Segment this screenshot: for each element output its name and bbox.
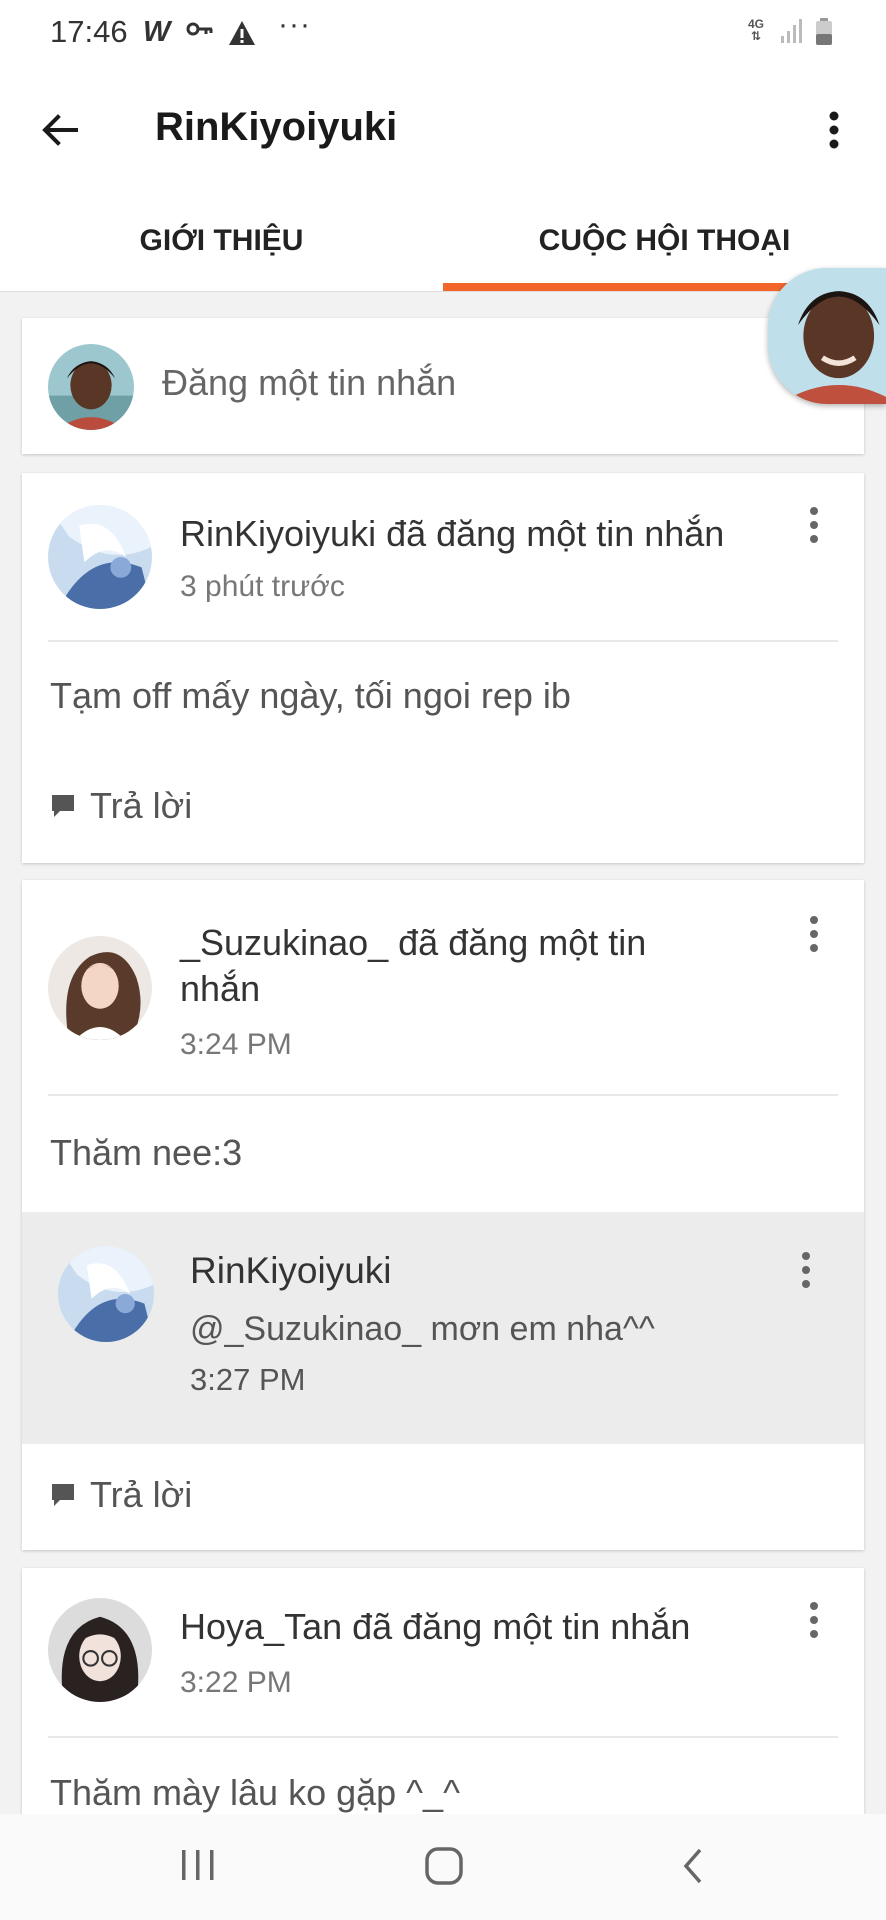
- overflow-menu-button[interactable]: [812, 106, 856, 154]
- signal-icon: [780, 18, 804, 49]
- system-back-button[interactable]: [678, 1846, 708, 1891]
- divider: [48, 640, 838, 642]
- reply-text: @_Suzukinao_ mơn em nha^^: [190, 1310, 655, 1348]
- w-app-icon: W: [143, 16, 171, 48]
- more-vertical-icon: [810, 507, 818, 543]
- reply-label: Trả lời: [90, 1474, 193, 1515]
- post-time: 3:24 PM: [180, 1028, 292, 1061]
- more-vertical-icon: [829, 111, 839, 149]
- system-nav-bar: [0, 1814, 886, 1920]
- avatar[interactable]: [48, 1598, 152, 1702]
- tab-bar: GIỚI THIỆU CUỘC HỘI THOẠI: [0, 190, 886, 292]
- reply-author: RinKiyoiyuki: [190, 1250, 392, 1291]
- more-dots-icon: ···: [278, 8, 311, 41]
- arrow-left-icon: [42, 114, 78, 146]
- divider: [48, 1094, 838, 1096]
- avatar[interactable]: [48, 505, 152, 609]
- avatar[interactable]: [58, 1246, 154, 1342]
- chevron-left-icon: [683, 1848, 702, 1884]
- battery-icon: [815, 18, 833, 51]
- more-vertical-icon: [810, 1602, 818, 1638]
- post-time: 3 phút trước: [180, 570, 345, 603]
- network-indicator: 4G ⇅: [748, 17, 765, 43]
- more-vertical-icon: [810, 916, 818, 952]
- comment-icon: [52, 1484, 74, 1506]
- post-menu-button[interactable]: [804, 503, 824, 547]
- post-menu-button[interactable]: [804, 1598, 824, 1642]
- avatar[interactable]: [48, 936, 152, 1040]
- app-bar: RinKiyoiyuki: [0, 70, 886, 190]
- post-card: _Suzukinao_ đã đăng một tin nhắn 3:24 PM…: [22, 880, 864, 1550]
- status-time: 17:46: [50, 14, 128, 49]
- more-vertical-icon: [802, 1252, 810, 1288]
- post-author: _Suzukinao_ đã đăng một tin nhắn: [180, 920, 646, 1012]
- comment-icon: [52, 795, 74, 817]
- reply-time: 3:27 PM: [190, 1362, 306, 1397]
- avatar: [48, 344, 134, 430]
- floating-chat-head[interactable]: [768, 268, 886, 404]
- post-menu-button[interactable]: [804, 912, 824, 956]
- home-button[interactable]: [424, 1846, 464, 1891]
- recent-apps-button[interactable]: [178, 1848, 218, 1887]
- compose-placeholder[interactable]: Đăng một tin nhắn: [162, 362, 456, 404]
- post-author-line: nhắn: [180, 968, 261, 1009]
- post-author-line: _Suzukinao_ đã đăng một tin: [180, 922, 647, 963]
- post-body: Tạm off mấy ngày, tối ngoi rep ib: [50, 675, 571, 716]
- post-body: Thăm nee:3: [50, 1132, 243, 1173]
- post-card: RinKiyoiyuki đã đăng một tin nhắn 3 phút…: [22, 473, 864, 863]
- post-author: RinKiyoiyuki đã đăng một tin nhắn: [180, 513, 725, 554]
- reply-button[interactable]: Trả lời: [50, 785, 192, 827]
- post-time: 3:22 PM: [180, 1666, 292, 1699]
- status-bar: 17:46 W ··· 4G ⇅: [0, 0, 886, 70]
- compose-card[interactable]: Đăng một tin nhắn: [22, 318, 864, 454]
- back-button[interactable]: [36, 106, 84, 154]
- reply-button[interactable]: Trả lời: [50, 1474, 192, 1516]
- page-title: RinKiyoiyuki: [155, 105, 398, 149]
- home-icon: [425, 1847, 463, 1885]
- reply-menu-button[interactable]: [796, 1248, 816, 1292]
- post-body: Thăm mày lâu ko gặp ^_^: [50, 1772, 460, 1813]
- recent-apps-icon: [182, 1850, 214, 1880]
- tab-intro[interactable]: GIỚI THIỆU: [0, 190, 443, 292]
- post-author: Hoya_Tan đã đăng một tin nhắn: [180, 1606, 691, 1647]
- warning-icon: [228, 20, 256, 51]
- divider: [48, 1736, 838, 1738]
- reply-label: Trả lời: [90, 785, 193, 826]
- reply-item: RinKiyoiyuki @_Suzukinao_ mơn em nha^^ 3…: [22, 1212, 864, 1444]
- key-icon: [186, 20, 214, 43]
